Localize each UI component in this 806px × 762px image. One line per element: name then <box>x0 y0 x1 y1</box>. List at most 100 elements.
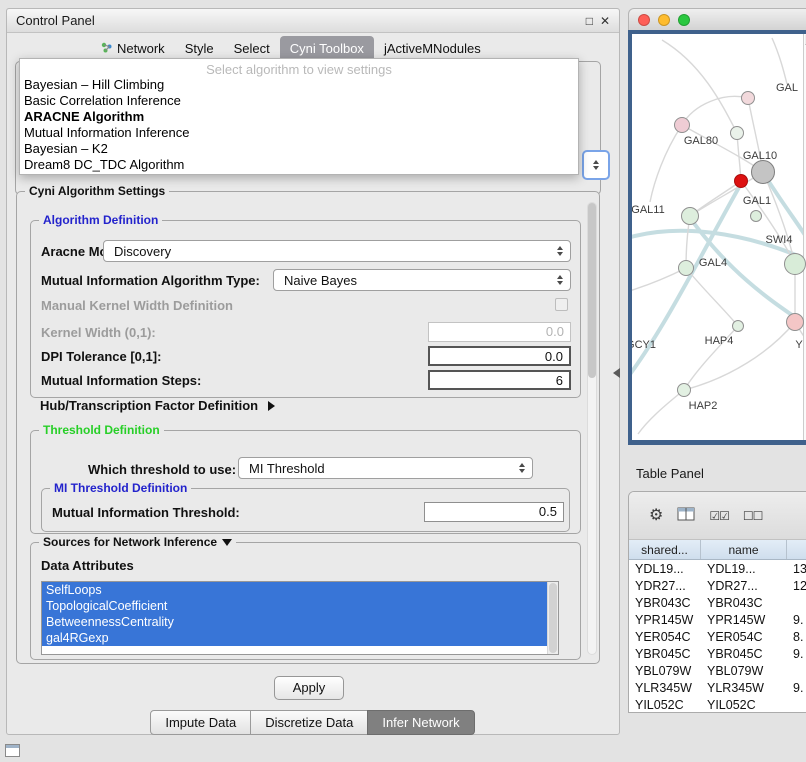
table-row[interactable]: YDL19...YDL19...13 <box>629 560 806 577</box>
node-label: HAP2 <box>689 400 718 412</box>
mi-type-value: Naive Bayes <box>284 273 357 288</box>
bottom-tab-infer[interactable]: Infer Network <box>367 710 474 735</box>
panel-splitter-icon[interactable] <box>613 368 620 378</box>
mi-steps-field[interactable]: 6 <box>428 370 571 390</box>
bottom-tab-discretize[interactable]: Discretize Data <box>250 710 368 735</box>
list-item[interactable]: gal4RGexp <box>42 630 547 646</box>
table-toolbar: ⚙ ☑☑ ☐☐ <box>629 492 806 540</box>
spinner-arrows-icon <box>593 160 599 170</box>
dpi-tolerance-field[interactable]: 0.0 <box>428 346 571 366</box>
network-node[interactable] <box>674 117 690 133</box>
data-attributes-list[interactable]: SelfLoopsTopologicalCoefficientBetweenne… <box>41 581 559 655</box>
spinner-arrows-icon <box>519 463 532 473</box>
network-node[interactable] <box>678 260 694 276</box>
table-cell: YBL079W <box>629 664 701 678</box>
network-node[interactable] <box>734 174 748 188</box>
aracne-mode-select[interactable]: Discovery <box>103 240 571 262</box>
cyni-settings-title: Cyni Algorithm Settings <box>25 184 169 198</box>
network-node[interactable] <box>732 320 744 332</box>
table-cell: YBR043C <box>629 596 701 610</box>
sources-title-row[interactable]: Sources for Network Inference <box>39 535 236 549</box>
manual-kernel-label: Manual Kernel Width Definition <box>41 298 233 313</box>
column-header[interactable]: name <box>701 540 787 559</box>
node-label: GCY1 <box>632 339 656 351</box>
network-canvas[interactable]: GALGAL80GAL10GAL11GAL1SWI4GAL4GCY1HAP4YH… <box>632 34 806 440</box>
network-node[interactable] <box>677 383 691 397</box>
algorithm-combo-fragment[interactable] <box>582 150 610 180</box>
list-item[interactable]: SelfLoops <box>42 582 547 598</box>
clear-columns-icon[interactable]: ☐☐ <box>743 510 763 522</box>
mi-threshold-group: MI Threshold Definition Mutual Informati… <box>41 488 570 532</box>
node-label: GAL4 <box>699 257 727 269</box>
table-cell: YBR045C <box>629 647 701 661</box>
spinner-arrows-icon <box>557 275 570 285</box>
network-node[interactable] <box>741 91 755 105</box>
manual-kernel-checkbox[interactable] <box>555 298 568 311</box>
mi-type-select[interactable]: Naive Bayes <box>273 269 571 291</box>
threshold-select-label: Which threshold to use: <box>88 462 236 477</box>
network-node[interactable] <box>751 160 775 184</box>
network-titlebar[interactable] <box>628 8 806 30</box>
list-item[interactable]: TopologicalCoefficient <box>42 598 547 614</box>
close-panel-icon[interactable]: ✕ <box>600 15 610 27</box>
list-item[interactable]: BetweennessCentrality <box>42 614 547 630</box>
kernel-width-field[interactable]: 0.0 <box>428 322 571 342</box>
network-node[interactable] <box>784 253 806 275</box>
node-label: Y <box>795 339 802 351</box>
mi-threshold-field[interactable]: 0.5 <box>424 502 564 522</box>
network-node[interactable] <box>750 210 762 222</box>
settings-scrollbar-thumb[interactable] <box>588 203 596 378</box>
gear-icon[interactable]: ⚙ <box>649 508 663 524</box>
algorithm-option[interactable]: ARACNE Algorithm <box>20 109 578 125</box>
settings-scrollbar[interactable] <box>587 202 597 655</box>
table-row[interactable]: YDR27...YDR27...12 <box>629 577 806 594</box>
table-row[interactable]: YER054CYER054C8. <box>629 628 806 645</box>
list-scrollbar[interactable] <box>547 582 558 654</box>
column-header[interactable]: shared... <box>629 540 701 559</box>
zoom-window-icon[interactable] <box>678 14 690 26</box>
network-node[interactable] <box>681 207 699 225</box>
hub-section-toggle[interactable]: Hub/Transcription Factor Definition <box>40 398 275 413</box>
spinner-arrows-icon <box>557 246 570 256</box>
threshold-definition-title: Threshold Definition <box>39 423 164 437</box>
table-row[interactable]: YBR043CYBR043C <box>629 594 806 611</box>
table-row[interactable]: YIL052CYIL052C <box>629 696 806 713</box>
table-row[interactable]: YBL079WYBL079W <box>629 662 806 679</box>
table-row[interactable]: YPR145WYPR145W9. <box>629 611 806 628</box>
algorithm-option[interactable]: Bayesian – K2 <box>20 141 578 157</box>
select-columns-icon[interactable]: ☑☑ <box>709 510 729 522</box>
aracne-mode-value: Discovery <box>114 244 171 259</box>
table-cell: YLR345W <box>701 681 787 695</box>
minimized-panel-icon[interactable] <box>5 744 20 757</box>
table-row[interactable]: YLR345WYLR345W9. <box>629 679 806 696</box>
table-body: YDL19...YDL19...13YDR27...YDR27...12YBR0… <box>629 560 806 713</box>
list-scrollbar-thumb[interactable] <box>549 583 557 653</box>
columns-icon[interactable] <box>677 507 695 525</box>
network-frame: GALGAL80GAL10GAL11GAL1SWI4GAL4GCY1HAP4YH… <box>628 30 806 445</box>
mi-threshold-label: Mutual Information Threshold: <box>52 505 240 520</box>
bottom-tab-impute[interactable]: Impute Data <box>150 710 251 735</box>
table-row[interactable]: YBR045CYBR045C9. <box>629 645 806 662</box>
table-cell: YER054C <box>629 630 701 644</box>
network-node[interactable] <box>786 313 804 331</box>
algorithm-option[interactable]: Dream8 DC_TDC Algorithm <box>20 157 578 173</box>
column-header[interactable] <box>787 540 806 559</box>
collapse-arrow-icon <box>222 539 232 546</box>
algorithm-option[interactable]: Mutual Information Inference <box>20 125 578 141</box>
table-cell: YIL052C <box>701 698 787 712</box>
table-cell: YDR27... <box>629 579 701 593</box>
threshold-select[interactable]: MI Threshold <box>238 457 533 479</box>
algorithm-option[interactable]: Bayesian – Hill Climbing <box>20 77 578 93</box>
cyni-settings-group: Cyni Algorithm Settings Algorithm Defini… <box>16 191 600 664</box>
apply-button[interactable]: Apply <box>274 676 344 700</box>
float-window-icon[interactable]: □ <box>586 15 593 27</box>
network-node[interactable] <box>730 126 744 140</box>
algorithm-definition-title: Algorithm Definition <box>39 213 162 227</box>
threshold-select-value: MI Threshold <box>249 461 325 476</box>
close-window-icon[interactable] <box>638 14 650 26</box>
dpi-tolerance-label: DPI Tolerance [0,1]: <box>41 349 161 364</box>
minimize-window-icon[interactable] <box>658 14 670 26</box>
algorithm-option[interactable]: Basic Correlation Inference <box>20 93 578 109</box>
node-label: SWI4 <box>766 234 793 246</box>
threshold-definition-group: Threshold Definition Which threshold to … <box>30 430 581 534</box>
